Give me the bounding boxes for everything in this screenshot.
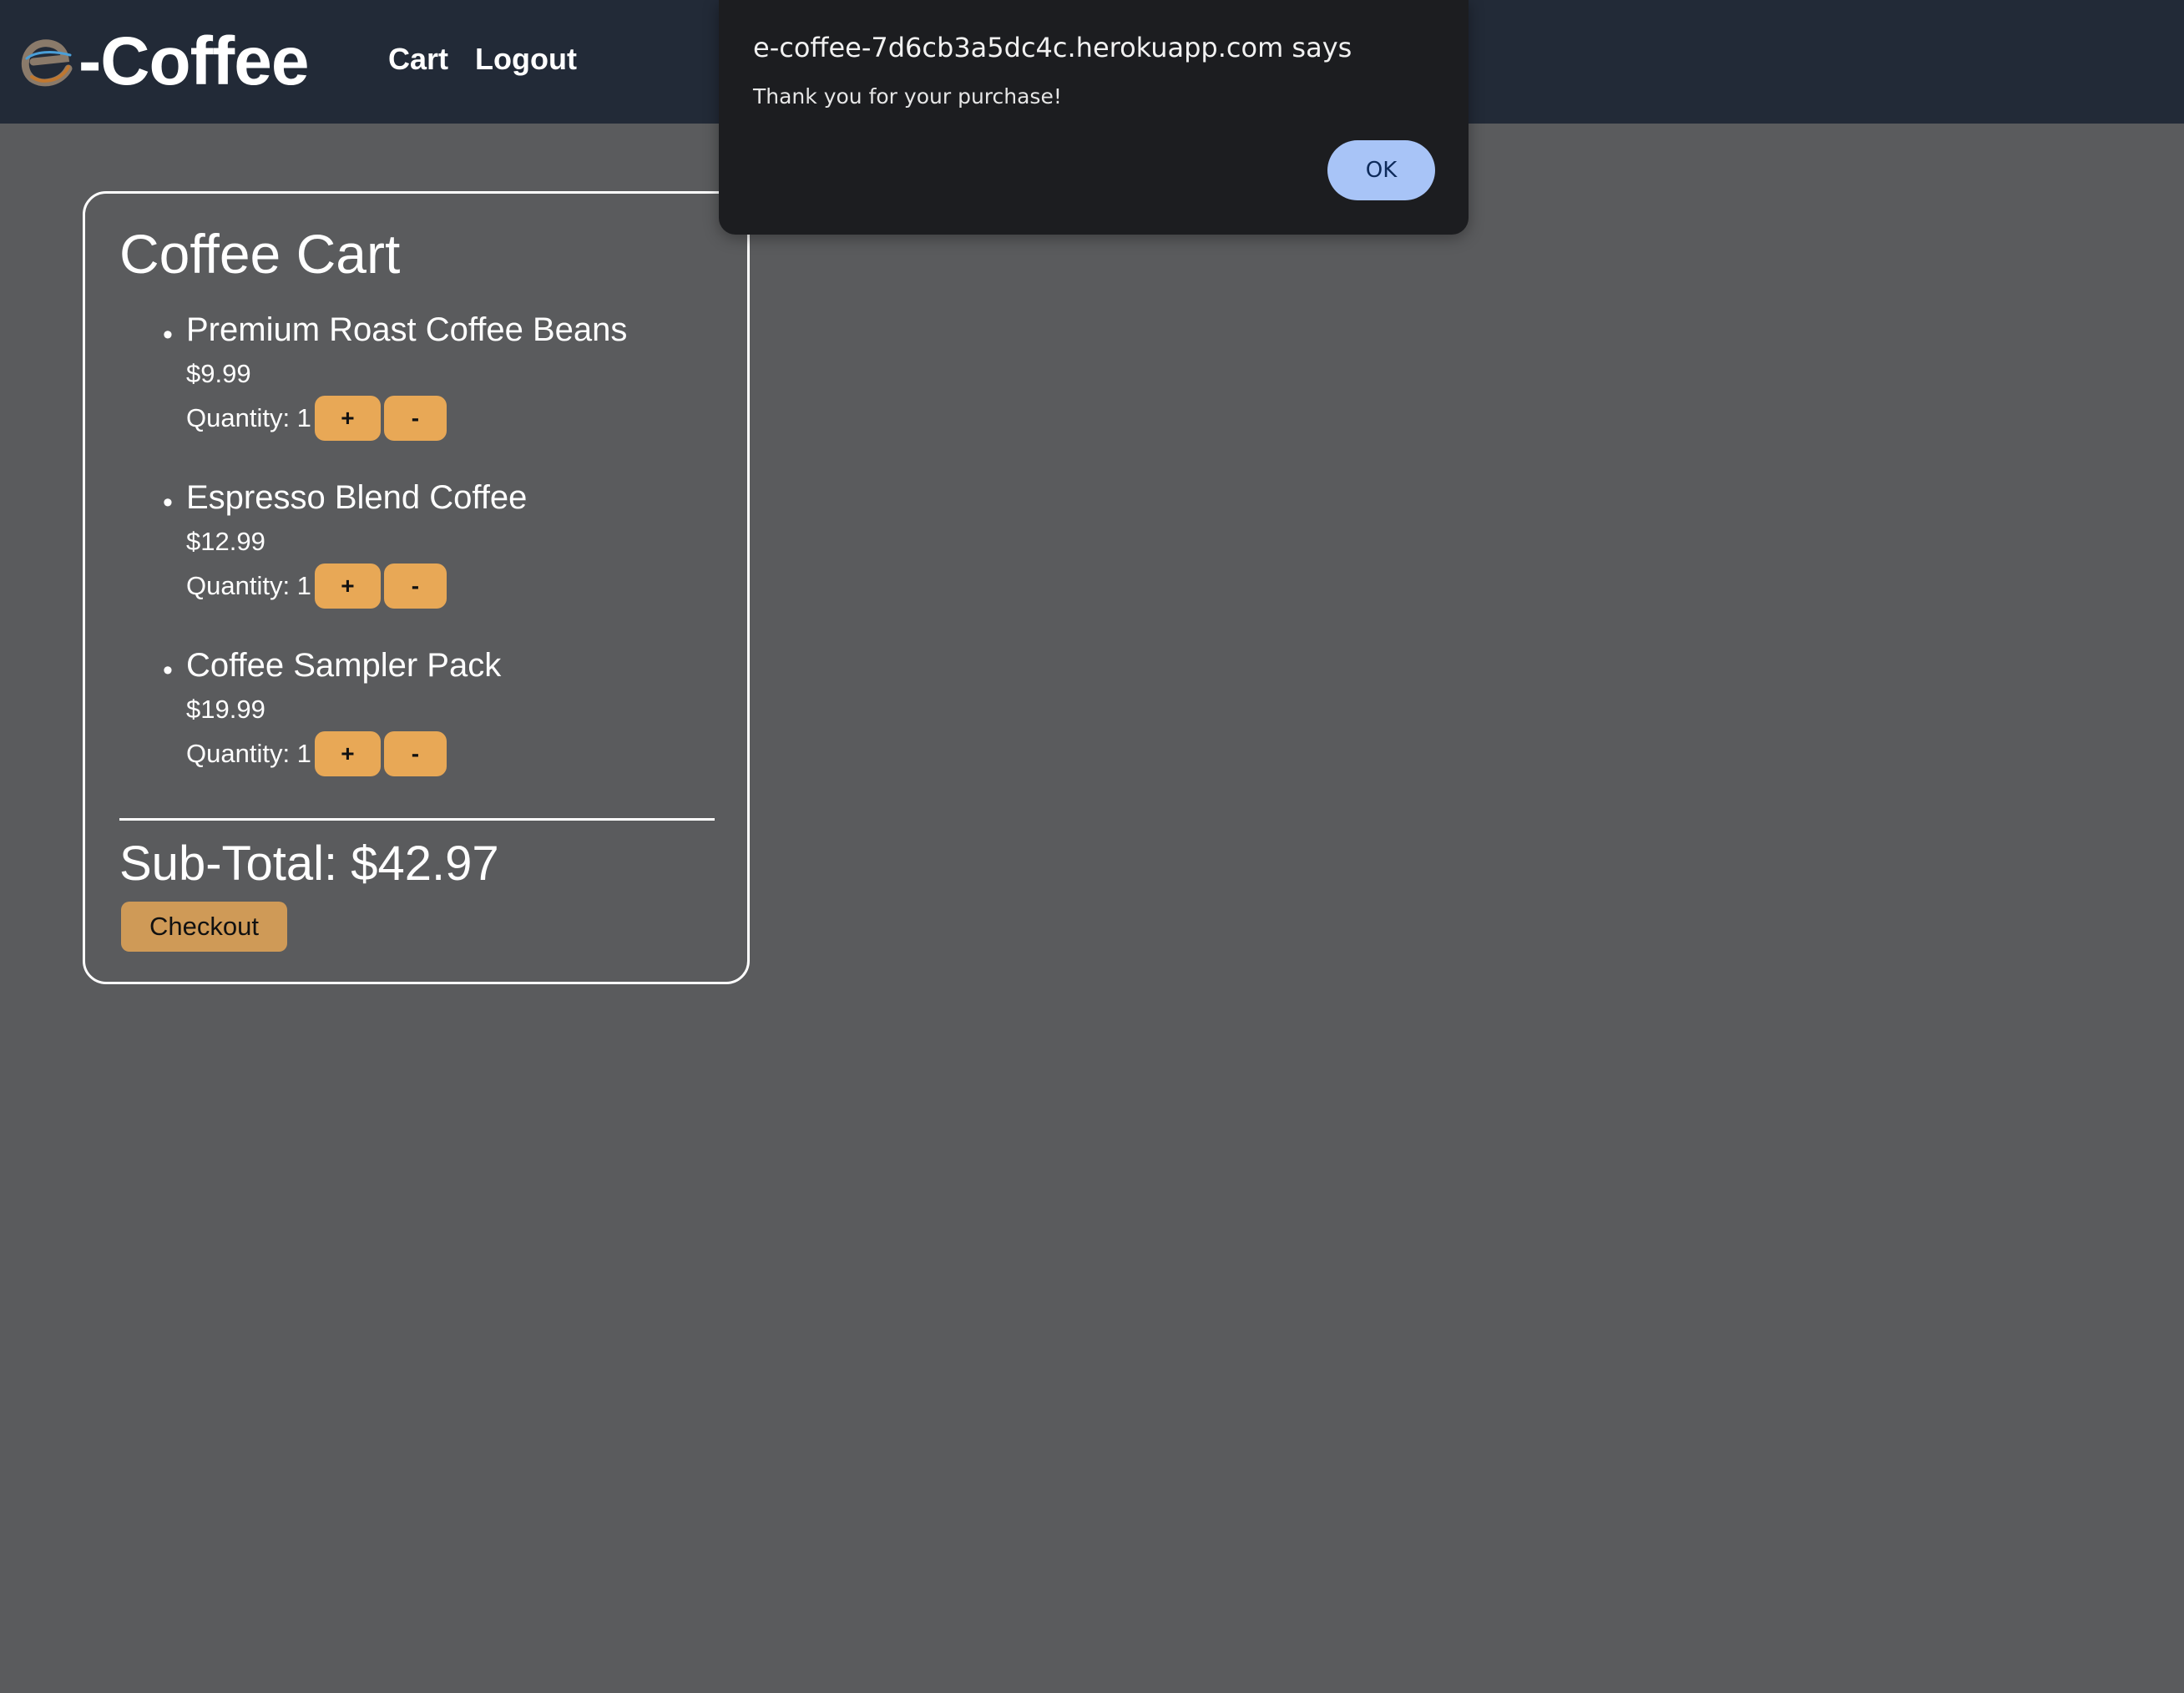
e-logo-icon	[21, 39, 73, 87]
quantity-label: Quantity: 1	[186, 571, 311, 600]
item-price: $19.99	[186, 695, 265, 724]
quantity-stepper: Quantity: 1 + -	[186, 396, 447, 441]
checkout-button[interactable]: Checkout	[121, 902, 287, 952]
item-price: $12.99	[186, 527, 265, 556]
item-name: Espresso Blend Coffee	[186, 479, 528, 516]
main-nav: Cart Logout	[388, 42, 577, 77]
cart-item: • Coffee Sampler Pack $19.99 Quantity: 1…	[85, 646, 747, 814]
nav-cart-link[interactable]: Cart	[388, 42, 448, 77]
cart-item: • Espresso Blend Coffee $12.99 Quantity:…	[85, 478, 747, 646]
quantity-stepper: Quantity: 1 + -	[186, 563, 447, 609]
subtotal-divider	[119, 818, 715, 821]
decrease-quantity-button[interactable]: -	[383, 563, 447, 609]
dialog-ok-button[interactable]: OK	[1327, 140, 1435, 200]
dialog-message: Thank you for your purchase!	[753, 84, 1062, 109]
bullet-icon: •	[163, 654, 173, 686]
item-name: Premium Roast Coffee Beans	[186, 311, 628, 348]
bullet-icon: •	[163, 487, 173, 518]
bullet-icon: •	[163, 319, 173, 351]
brand-logo[interactable]: -Coffee	[18, 18, 309, 105]
dialog-title: e-coffee-7d6cb3a5dc4c.herokuapp.com says	[753, 32, 1352, 63]
subtotal-text: Sub-Total: $42.97	[119, 836, 499, 891]
quantity-stepper: Quantity: 1 + -	[186, 731, 447, 776]
item-price: $9.99	[186, 359, 251, 388]
alert-dialog: e-coffee-7d6cb3a5dc4c.herokuapp.com says…	[719, 0, 1469, 235]
decrease-quantity-button[interactable]: -	[383, 396, 447, 441]
cart-panel: Coffee Cart • Premium Roast Coffee Beans…	[83, 191, 750, 984]
cart-item-list: • Premium Roast Coffee Beans $9.99 Quant…	[85, 311, 747, 814]
brand-name: -Coffee	[78, 23, 309, 99]
cart-item: • Premium Roast Coffee Beans $9.99 Quant…	[85, 311, 747, 478]
increase-quantity-button[interactable]: +	[314, 563, 381, 609]
cart-title: Coffee Cart	[119, 223, 401, 285]
decrease-quantity-button[interactable]: -	[383, 731, 447, 776]
increase-quantity-button[interactable]: +	[314, 731, 381, 776]
quantity-label: Quantity: 1	[186, 739, 311, 768]
item-name: Coffee Sampler Pack	[186, 647, 502, 684]
increase-quantity-button[interactable]: +	[314, 396, 381, 441]
nav-logout-link[interactable]: Logout	[475, 42, 577, 77]
quantity-label: Quantity: 1	[186, 403, 311, 432]
